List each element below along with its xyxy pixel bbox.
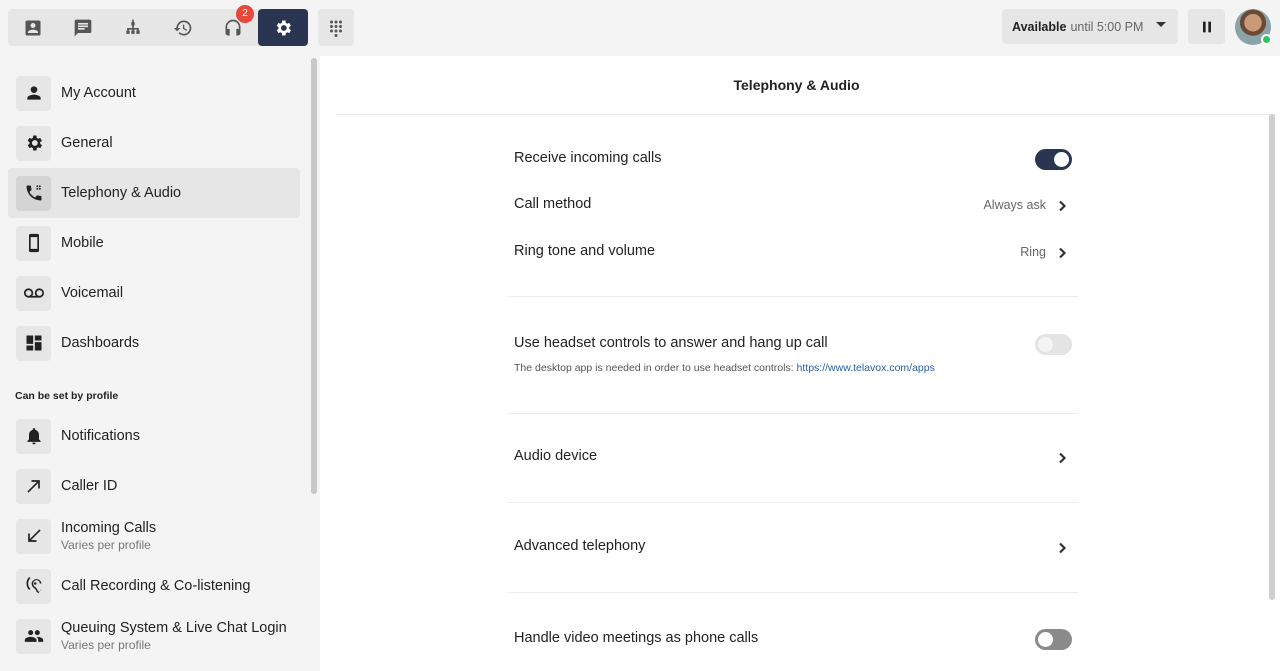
headset-controls-label: Use headset controls to answer and hang … <box>514 335 828 351</box>
nav-history[interactable] <box>158 9 208 46</box>
sidebar-section-heading: Can be set by profile <box>15 390 119 402</box>
video-meetings-toggle[interactable] <box>1035 629 1072 650</box>
ring-tone-value: Ring <box>1020 245 1046 259</box>
sidebar-item-incoming-calls[interactable]: Incoming Calls Varies per profile <box>8 511 300 561</box>
ring-tone-label: Ring tone and volume <box>514 243 656 259</box>
sidebar-item-voicemail[interactable]: Voicemail <box>8 268 300 318</box>
arrow-incoming-icon <box>16 518 51 554</box>
chevron-right-icon <box>1056 451 1068 464</box>
sidebar-item-label: General <box>61 135 113 151</box>
person-icon <box>16 75 51 111</box>
advanced-telephony-row[interactable]: Advanced telephony <box>514 535 1072 559</box>
sidebar-item-sublabel: Varies per profile <box>61 638 151 652</box>
section-divider <box>508 502 1078 503</box>
nav-contacts[interactable] <box>8 9 58 46</box>
pause-icon <box>1202 21 1211 32</box>
receive-calls-row: Receive incoming calls <box>514 147 1072 171</box>
contacts-icon <box>25 20 41 35</box>
group-icon <box>16 618 51 654</box>
advanced-telephony-label: Advanced telephony <box>514 538 646 554</box>
sidebar-item-label: Mobile <box>61 235 104 251</box>
phone-icon <box>16 175 51 211</box>
sidebar-item-queuing-system[interactable]: Queuing System & Live Chat Login Varies … <box>8 611 300 661</box>
chevron-right-icon <box>1056 246 1068 259</box>
toggle-knob <box>1038 337 1053 352</box>
online-status-dot <box>1261 34 1272 45</box>
main-scrollbar[interactable] <box>1269 114 1275 600</box>
caret-down-icon <box>1156 22 1166 27</box>
availability-status: Available <box>1012 19 1067 34</box>
sidebar-item-dashboards[interactable]: Dashboards <box>8 318 300 368</box>
sidebar-item-call-recording[interactable]: Call Recording & Co-listening <box>8 561 300 611</box>
call-method-value: Always ask <box>983 198 1046 212</box>
settings-panel: Telephony & Audio Receive incoming calls… <box>320 56 1280 671</box>
availability-dropdown[interactable]: Available until 5:00 PM <box>1002 9 1178 44</box>
page-title: Telephony & Audio <box>733 77 860 93</box>
availability-until: until 5:00 PM <box>1070 19 1144 34</box>
dialpad-button[interactable] <box>318 9 354 46</box>
org-chart-icon <box>126 19 140 34</box>
sidebar-item-label: Incoming Calls <box>61 520 157 536</box>
arrow-outgoing-icon <box>16 468 51 504</box>
settings-icon <box>276 20 291 35</box>
sidebar-item-notifications[interactable]: Notifications <box>8 411 300 461</box>
top-bar: 2 Available until 5:00 PM <box>0 0 1280 56</box>
title-divider <box>336 114 1276 115</box>
sidebar-item-label: Queuing System & Live Chat Login <box>61 620 287 636</box>
section-divider <box>508 296 1078 297</box>
section-divider <box>508 413 1078 414</box>
audio-device-row[interactable]: Audio device <box>514 445 1072 469</box>
voicemail-icon <box>16 275 51 311</box>
headset-controls-row: Use headset controls to answer and hang … <box>514 332 1072 356</box>
nav-organization[interactable] <box>108 9 158 46</box>
history-icon <box>173 20 192 35</box>
sidebar-item-mobile[interactable]: Mobile <box>8 218 300 268</box>
bell-icon <box>16 418 51 454</box>
headset-hint: The desktop app is needed in order to us… <box>514 362 935 374</box>
nav-queues[interactable]: 2 <box>208 5 258 46</box>
headset-controls-toggle[interactable] <box>1035 334 1072 355</box>
call-method-row[interactable]: Call method Always ask <box>514 193 1072 217</box>
sidebar-item-caller-id[interactable]: Caller ID <box>8 461 300 511</box>
user-avatar[interactable] <box>1235 9 1272 45</box>
section-divider <box>508 592 1078 593</box>
video-meetings-row: Handle video meetings as phone calls <box>514 627 1072 651</box>
pause-button[interactable] <box>1188 9 1225 44</box>
main-nav: 2 <box>8 5 308 46</box>
ear-icon <box>16 568 51 604</box>
sidebar-item-label: My Account <box>61 85 136 101</box>
sidebar-item-telephony-audio[interactable]: Telephony & Audio <box>8 168 300 218</box>
toggle-knob <box>1054 152 1069 167</box>
ring-tone-row[interactable]: Ring tone and volume Ring <box>514 240 1072 264</box>
sidebar-item-label: Call Recording & Co-listening <box>61 578 251 594</box>
call-method-label: Call method <box>514 196 592 212</box>
sidebar-item-my-account[interactable]: My Account <box>8 68 300 118</box>
apps-download-link[interactable]: https://www.telavox.com/apps <box>797 362 935 374</box>
chat-icon <box>74 19 92 36</box>
dialpad-icon <box>330 20 342 37</box>
sidebar-item-label: Voicemail <box>61 285 124 301</box>
sidebar-scrollbar[interactable] <box>311 58 317 494</box>
sidebar-item-sublabel: Varies per profile <box>61 538 151 552</box>
dashboard-icon <box>16 325 51 361</box>
receive-calls-label: Receive incoming calls <box>514 150 662 166</box>
sidebar-item-label: Telephony & Audio <box>61 185 182 201</box>
toggle-knob <box>1038 632 1053 647</box>
nav-settings[interactable] <box>258 9 308 46</box>
nav-chat[interactable] <box>58 9 108 46</box>
sidebar-item-general[interactable]: General <box>8 118 300 168</box>
sidebar-item-label: Notifications <box>61 428 140 444</box>
video-meetings-label: Handle video meetings as phone calls <box>514 630 759 646</box>
gear-icon <box>16 125 51 161</box>
queue-count-badge: 2 <box>236 5 254 23</box>
sidebar-item-label: Dashboards <box>61 335 140 351</box>
receive-calls-toggle[interactable] <box>1035 149 1072 170</box>
headset-hint-text: The desktop app is needed in order to us… <box>514 362 794 374</box>
settings-sidebar: My Account General Telephony & Audio Mob… <box>0 56 318 671</box>
chevron-right-icon <box>1056 541 1068 554</box>
audio-device-label: Audio device <box>514 448 598 464</box>
mobile-icon <box>16 225 51 261</box>
chevron-right-icon <box>1056 199 1068 212</box>
sidebar-item-label: Caller ID <box>61 478 118 494</box>
